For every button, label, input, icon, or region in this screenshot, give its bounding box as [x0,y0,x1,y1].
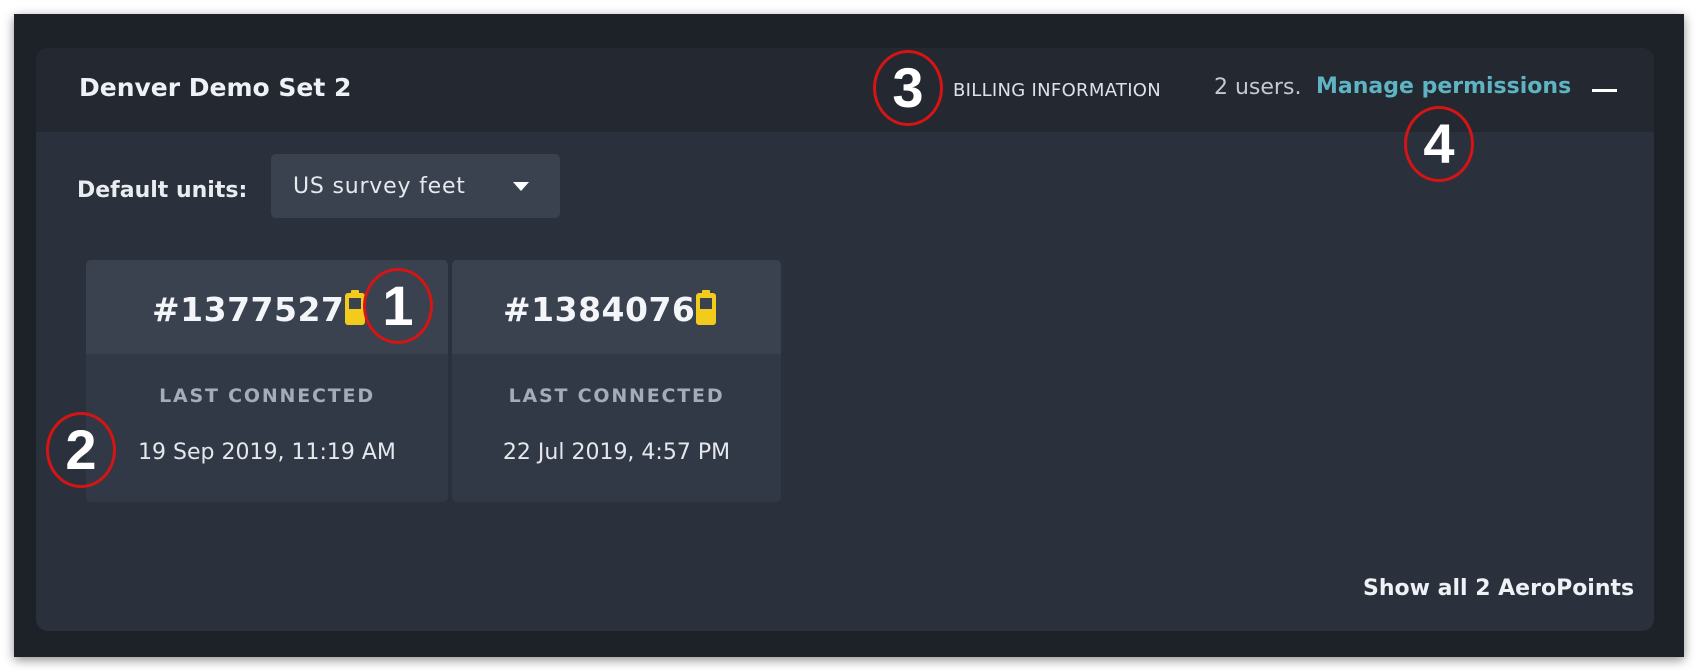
manage-permissions-link[interactable]: Manage permissions [1316,74,1571,99]
callout-2: 2 [46,412,116,488]
last-connected-date: 22 Jul 2019, 4:57 PM [502,440,731,465]
billing-information-link[interactable]: BILLING INFORMATION [953,80,1161,101]
last-connected-label: LAST CONNECTED [508,385,725,407]
callout-4: 4 [1404,106,1474,182]
default-units-value: US survey feet [293,174,466,199]
show-all-aeropoints-link[interactable]: Show all 2 AeroPoints [1363,576,1634,601]
callout-1: 1 [363,268,433,344]
minus-icon [1592,89,1617,92]
collapse-button[interactable] [1590,76,1620,106]
aeropoint-id: #1384076 [503,290,696,329]
set-title: Denver Demo Set 2 [79,73,352,102]
last-connected-label: LAST CONNECTED [159,385,375,407]
caret-down-icon [513,182,529,191]
default-units-select[interactable]: US survey feet [271,154,560,218]
callout-3: 3 [873,50,943,126]
last-connected-date: 19 Sep 2019, 11:19 AM [138,440,396,465]
battery-icon [696,290,716,325]
aeropoint-card-header: #1384076 [452,260,781,354]
default-units-label: Default units: [77,178,248,203]
aeropoint-id: #1377527 [152,290,345,329]
aeropoint-card[interactable]: #1384076 LAST CONNECTED 22 Jul 2019, 4:5… [452,260,781,502]
users-count: 2 users. [1214,75,1302,100]
